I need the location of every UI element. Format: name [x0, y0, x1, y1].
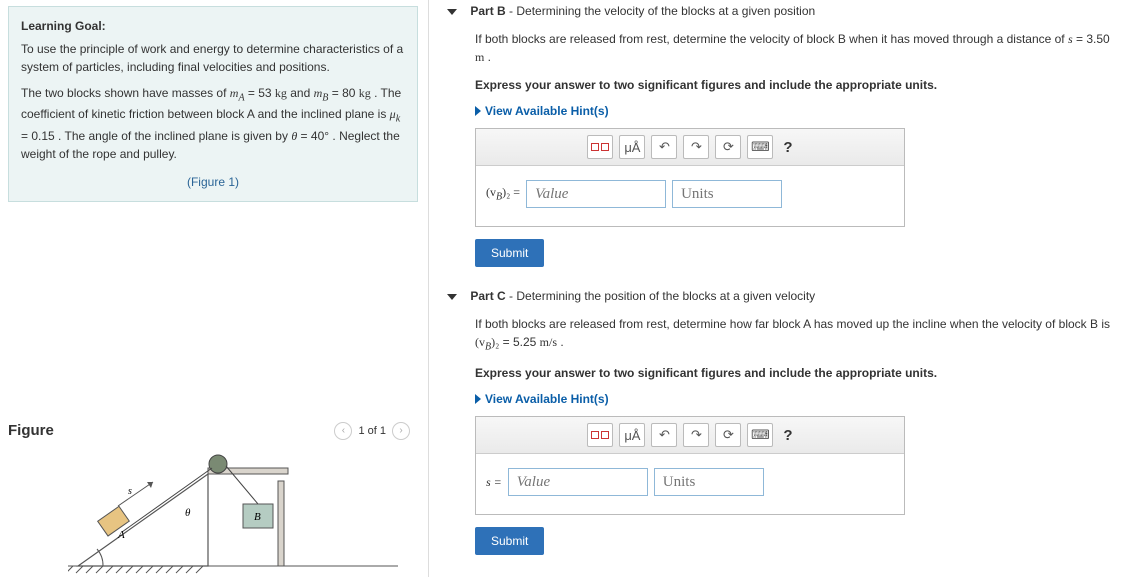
part-b-units-input[interactable] — [672, 180, 782, 208]
special-chars-button[interactable]: μÅ — [619, 135, 645, 159]
part-c-hints-link[interactable]: View Available Hint(s) — [475, 392, 1110, 406]
part-c: Part C - Determining the position of the… — [447, 289, 1110, 555]
part-c-subtitle: - Determining the position of the blocks… — [506, 289, 816, 303]
undo-button[interactable]: ↶ — [651, 135, 677, 159]
part-c-answer-box: μÅ ↶ ↷ ⟳ ⌨ ? s = — [475, 416, 905, 515]
redo-button[interactable]: ↷ — [683, 423, 709, 447]
part-b-answer-box: μÅ ↶ ↷ ⟳ ⌨ ? (vB)₂ = — [475, 128, 905, 227]
svg-text:s: s — [128, 486, 132, 497]
part-b-hints-link[interactable]: View Available Hint(s) — [475, 104, 1110, 118]
part-c-prompt: If both blocks are released from rest, d… — [475, 315, 1110, 354]
triangle-right-icon — [475, 394, 481, 404]
part-b-label: Part B — [470, 4, 505, 18]
part-b: Part B - Determining the velocity of the… — [447, 4, 1110, 267]
part-c-submit-button[interactable]: Submit — [475, 527, 544, 555]
part-c-toolbar: μÅ ↶ ↷ ⟳ ⌨ ? — [476, 417, 904, 454]
part-c-value-input[interactable] — [508, 468, 648, 496]
part-b-toolbar: μÅ ↶ ↷ ⟳ ⌨ ? — [476, 129, 904, 166]
help-button[interactable]: ? — [783, 427, 792, 444]
redo-button[interactable]: ↷ — [683, 135, 709, 159]
part-c-header[interactable]: Part C - Determining the position of the… — [447, 289, 1110, 303]
goal-para-2: The two blocks shown have masses of mA =… — [21, 84, 405, 163]
figure-title: Figure — [8, 422, 54, 439]
part-c-units-input[interactable] — [654, 468, 764, 496]
prev-figure-button[interactable]: ‹ — [334, 422, 352, 440]
templates-button[interactable] — [587, 135, 613, 159]
part-c-label: Part C — [470, 289, 505, 303]
next-figure-button[interactable]: › — [392, 422, 410, 440]
caret-down-icon — [447, 294, 457, 300]
svg-text:θ: θ — [185, 507, 191, 519]
learning-goal-heading: Learning Goal: — [21, 17, 405, 35]
triangle-right-icon — [475, 106, 481, 116]
reset-button[interactable]: ⟳ — [715, 423, 741, 447]
help-button[interactable]: ? — [783, 139, 792, 156]
hints-label: View Available Hint(s) — [485, 104, 609, 118]
figure-pager: ‹ 1 of 1 › — [334, 422, 410, 440]
part-c-format: Express your answer to two significant f… — [475, 364, 1110, 382]
goal-para-1: To use the principle of work and energy … — [21, 40, 405, 76]
learning-goal-box: Learning Goal: To use the principle of w… — [8, 6, 418, 202]
part-c-variable-label: s = — [486, 475, 502, 490]
keyboard-button[interactable]: ⌨ — [747, 423, 773, 447]
caret-down-icon — [447, 9, 457, 15]
keyboard-button[interactable]: ⌨ — [747, 135, 773, 159]
part-b-variable-label: (vB)₂ = — [486, 185, 520, 202]
undo-button[interactable]: ↶ — [651, 423, 677, 447]
svg-text:A: A — [117, 529, 125, 541]
templates-button[interactable] — [587, 423, 613, 447]
reset-button[interactable]: ⟳ — [715, 135, 741, 159]
svg-text:B: B — [254, 511, 261, 523]
part-b-prompt: If both blocks are released from rest, d… — [475, 30, 1110, 66]
figure-link[interactable]: (Figure 1) — [21, 173, 405, 191]
figure-pager-label: 1 of 1 — [358, 425, 386, 437]
part-b-value-input[interactable] — [526, 180, 666, 208]
part-b-header[interactable]: Part B - Determining the velocity of the… — [447, 4, 1110, 18]
part-b-submit-button[interactable]: Submit — [475, 239, 544, 267]
special-chars-button[interactable]: μÅ — [619, 423, 645, 447]
part-b-format: Express your answer to two significant f… — [475, 76, 1110, 94]
figure-diagram: A B θ s — [8, 446, 418, 576]
part-b-subtitle: - Determining the velocity of the blocks… — [506, 4, 816, 18]
hints-label: View Available Hint(s) — [485, 392, 609, 406]
